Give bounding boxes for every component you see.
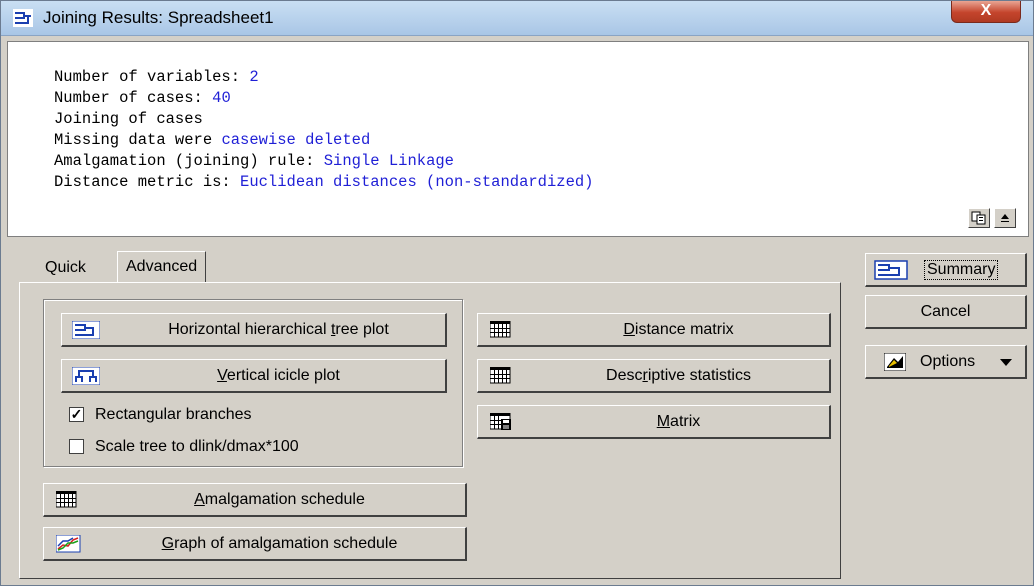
dropdown-arrow-icon <box>1000 359 1012 366</box>
cancel-label: Cancel <box>920 303 971 320</box>
graph-amalgamation-schedule-button[interactable]: Graph of amalgamation schedule <box>43 527 467 561</box>
horizontal-tree-plot-button[interactable]: Horizontal hierarchical tree plot <box>61 313 447 347</box>
arrow-up-icon <box>1001 214 1009 222</box>
vertical-icicle-plot-button[interactable]: Vertical icicle plot <box>61 359 447 393</box>
matrix-label: Matrix <box>656 413 701 430</box>
output-line: Amalgamation (joining) rule: Single Link… <box>54 152 454 170</box>
output-line: Number of cases: 40 <box>54 89 231 107</box>
joining-results-icon <box>13 9 33 27</box>
options-panel-area: Quick Advanced Horizontal hierarchical t… <box>7 241 1029 583</box>
summary-button[interactable]: Summary <box>865 253 1027 287</box>
title-bar[interactable]: Joining Results: Spreadsheet1 X <box>1 1 1033 36</box>
results-output-pane: Number of variables: 2 Number of cases: … <box>7 41 1029 237</box>
summary-icon <box>874 260 908 280</box>
graph-amalgamation-schedule-label: Graph of amalgamation schedule <box>161 535 398 552</box>
options-icon <box>884 353 906 371</box>
scale-tree-label: Scale tree to dlink/dmax*100 <box>95 438 299 455</box>
options-label: Options <box>920 353 976 370</box>
checkbox-unchecked-icon[interactable] <box>69 439 84 454</box>
vertical-icicle-plot-label: Vertical icicle plot <box>217 367 340 384</box>
checkbox-checked-icon[interactable]: ✓ <box>69 407 84 422</box>
copy-icon <box>971 211 986 225</box>
window-title: Joining Results: Spreadsheet1 <box>43 8 274 27</box>
descriptive-statistics-button[interactable]: Descriptive statistics <box>477 359 831 393</box>
dialog-window: Joining Results: Spreadsheet1 X Number o… <box>0 0 1034 586</box>
amalgamation-schedule-label: Amalgamation schedule <box>194 491 365 508</box>
tab-advanced[interactable]: Advanced <box>117 251 207 283</box>
matrix-button[interactable]: Matrix <box>477 405 831 439</box>
horizontal-tree-plot-label: Horizontal hierarchical tree plot <box>168 321 389 338</box>
distance-matrix-button[interactable]: Distance matrix <box>477 313 831 347</box>
rectangular-branches-label: Rectangular branches <box>95 406 252 423</box>
distance-matrix-label: Distance matrix <box>623 321 734 338</box>
output-line: Distance metric is: Euclidean distances … <box>54 173 594 191</box>
output-line: Joining of cases <box>54 110 203 128</box>
output-line: Number of variables: 2 <box>54 68 259 86</box>
cancel-button[interactable]: Cancel <box>865 295 1027 329</box>
descriptive-statistics-label: Descriptive statistics <box>606 367 751 384</box>
copy-button[interactable] <box>968 208 990 228</box>
options-button[interactable]: Options <box>865 345 1027 379</box>
close-button[interactable]: X <box>951 1 1021 23</box>
summary-label: Summary <box>924 260 999 280</box>
amalgamation-schedule-button[interactable]: Amalgamation schedule <box>43 483 467 517</box>
tab-quick[interactable]: Quick <box>37 253 94 283</box>
output-line: Missing data were casewise deleted <box>54 131 371 149</box>
collapse-output-button[interactable] <box>994 208 1016 228</box>
